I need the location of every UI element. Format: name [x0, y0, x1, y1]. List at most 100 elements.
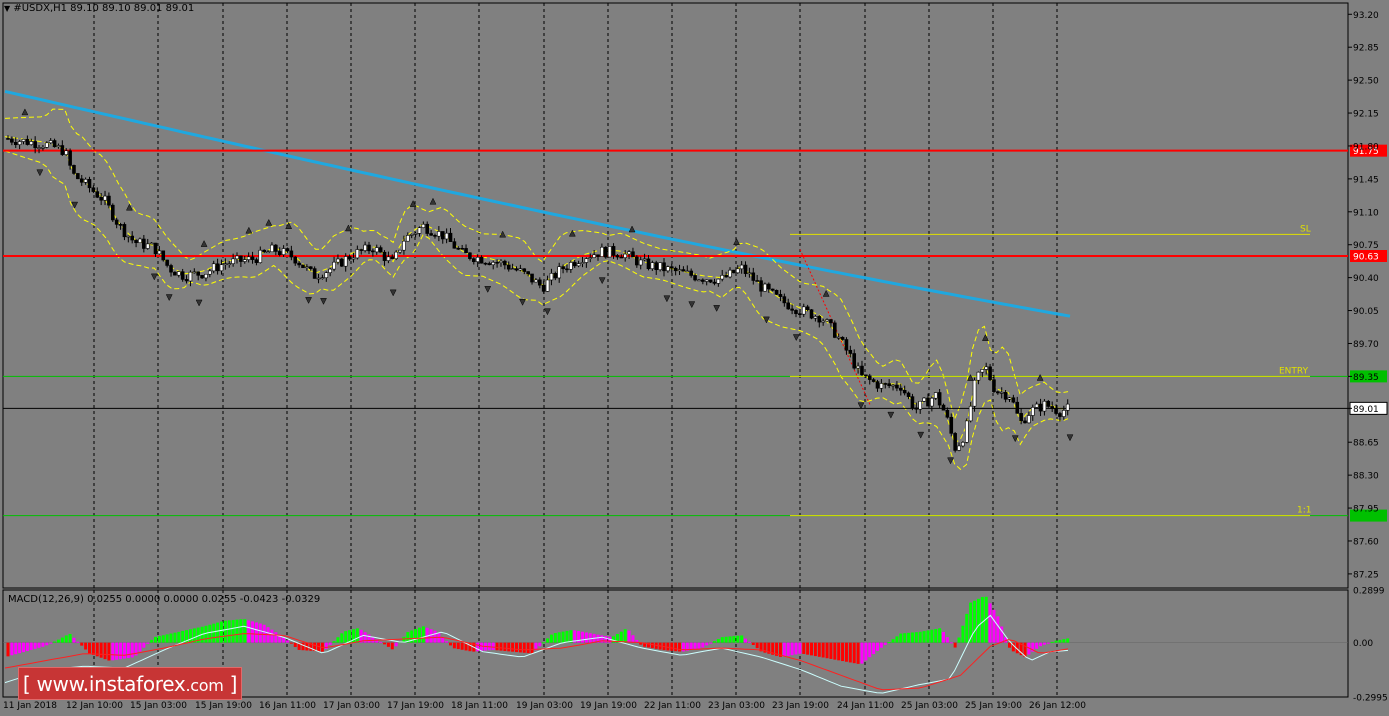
candle-body — [1065, 403, 1070, 411]
fractal-down-icon — [389, 289, 397, 297]
candle-body — [10, 138, 14, 143]
macd-histogram-bar — [860, 642, 864, 664]
symbol-header: ▼ #USDX,H1 89.10 89.10 89.01 89.01 — [4, 3, 194, 14]
fractal-up-icon — [126, 203, 133, 211]
candle-body — [312, 268, 317, 279]
macd-histogram-bar — [794, 642, 798, 655]
bollinger-upper — [4, 108, 1069, 421]
candle-body — [1050, 406, 1054, 409]
candle-body — [17, 141, 22, 146]
candle-body — [351, 257, 356, 260]
macd-histogram-bar — [790, 642, 794, 656]
macd-histogram-bar — [852, 642, 856, 664]
macd-histogram-bar — [88, 642, 92, 654]
macd-histogram-bar — [988, 603, 992, 643]
candle-body — [138, 238, 142, 244]
macd-histogram-bar — [844, 642, 848, 662]
fractal-down-icon — [763, 316, 770, 324]
macd-histogram-bar — [507, 642, 511, 652]
candle-body — [526, 271, 530, 275]
candle-body — [996, 391, 1000, 394]
candle-body — [829, 319, 833, 324]
candle-body — [704, 279, 709, 282]
candle-body — [386, 256, 391, 261]
candle-body — [677, 269, 682, 272]
candle-body — [359, 249, 364, 251]
macd-histogram-bar — [33, 642, 37, 649]
macd-histogram-bar — [546, 638, 550, 643]
macd-histogram-bar — [821, 642, 825, 658]
macd-histogram-bar — [561, 631, 565, 643]
fractal-down-icon — [663, 295, 671, 303]
macd-histogram-bar — [728, 636, 732, 643]
macd-histogram-bar — [806, 642, 810, 655]
macd-histogram-bar — [503, 642, 507, 651]
candle-body — [468, 252, 472, 259]
candle-body — [914, 407, 919, 410]
candle-body — [1054, 408, 1058, 414]
candle-body — [145, 243, 150, 249]
macd-histogram-bar — [949, 642, 953, 644]
candle-body — [953, 433, 957, 451]
candle-body — [933, 392, 938, 399]
chart-svg[interactable]: 91.7590.63SLENTRY1:189.01 11 Jan 2018 12 … — [0, 0, 1389, 716]
macd-histogram-bar — [980, 596, 984, 643]
candle-body — [409, 234, 414, 236]
fractal-down-icon — [713, 305, 721, 312]
candle-body — [305, 266, 309, 269]
macd-histogram-bar — [848, 642, 852, 663]
candle-body — [898, 387, 903, 391]
x-tick-label: 16 Jan 11:00 — [259, 701, 316, 711]
candle-body — [825, 319, 829, 322]
candle-body — [180, 271, 185, 280]
candle-body — [809, 309, 814, 319]
candle-body — [739, 264, 744, 270]
collapse-arrow-icon[interactable]: ▼ — [4, 4, 10, 13]
candle-body — [297, 262, 301, 266]
candle-body — [76, 173, 80, 180]
chart-root[interactable]: 91.75 90.63 SL ENTRY 1:1 89.01 11 Jan 2018 12 … — [0, 0, 1389, 716]
candle-body — [949, 416, 954, 434]
candle-body — [852, 353, 857, 369]
macd-y-tick-label: -0.2995 — [1353, 694, 1388, 704]
candle-body — [149, 242, 154, 245]
candle-body — [724, 275, 728, 278]
macd-histogram-bar — [212, 623, 216, 643]
x-tick-label: 23 Jan 03:00 — [708, 701, 765, 711]
fractal-down-icon — [792, 334, 800, 342]
macd-histogram-bar — [996, 616, 1000, 643]
candle-body — [68, 150, 72, 166]
candle-body — [1058, 413, 1062, 417]
candle-body — [188, 271, 193, 282]
candle-body — [118, 224, 123, 226]
candles — [6, 135, 1070, 453]
candle-body — [479, 256, 484, 264]
macd-histogram-bar — [965, 613, 969, 643]
macd-histogram-bar — [693, 642, 697, 650]
fractal-up-icon — [1036, 373, 1044, 381]
x-tick-label: 26 Jan 12:00 — [1029, 701, 1086, 711]
candle-body — [29, 141, 34, 145]
macd-histogram-bar — [293, 642, 297, 648]
candle-body — [398, 249, 402, 253]
macd-histogram-bar — [394, 642, 398, 647]
y-tick-label: 88.65 — [1353, 439, 1379, 449]
candle-body — [821, 320, 825, 323]
macd-histogram-bar — [914, 632, 918, 643]
macd-histogram-bar — [751, 642, 755, 646]
macd-histogram-bar — [247, 620, 251, 643]
candle-body — [157, 250, 162, 255]
macd-histogram-bar — [810, 642, 814, 656]
bollinger-bands — [4, 108, 1069, 470]
candle-body — [968, 405, 973, 422]
candle-body — [250, 256, 255, 260]
macd-histogram-bar — [64, 635, 68, 643]
x-tick-label: 18 Jan 11:00 — [451, 701, 508, 711]
macd-histogram-bar — [390, 642, 394, 650]
candle-body — [367, 244, 371, 252]
candle-body — [763, 283, 767, 292]
macd-histogram-bar — [938, 628, 942, 643]
candle-body — [448, 232, 453, 242]
horizontal-levels[interactable]: 91.7590.63SLENTRY1:189.01 — [3, 144, 1388, 522]
macd-histogram-bar — [817, 642, 821, 657]
